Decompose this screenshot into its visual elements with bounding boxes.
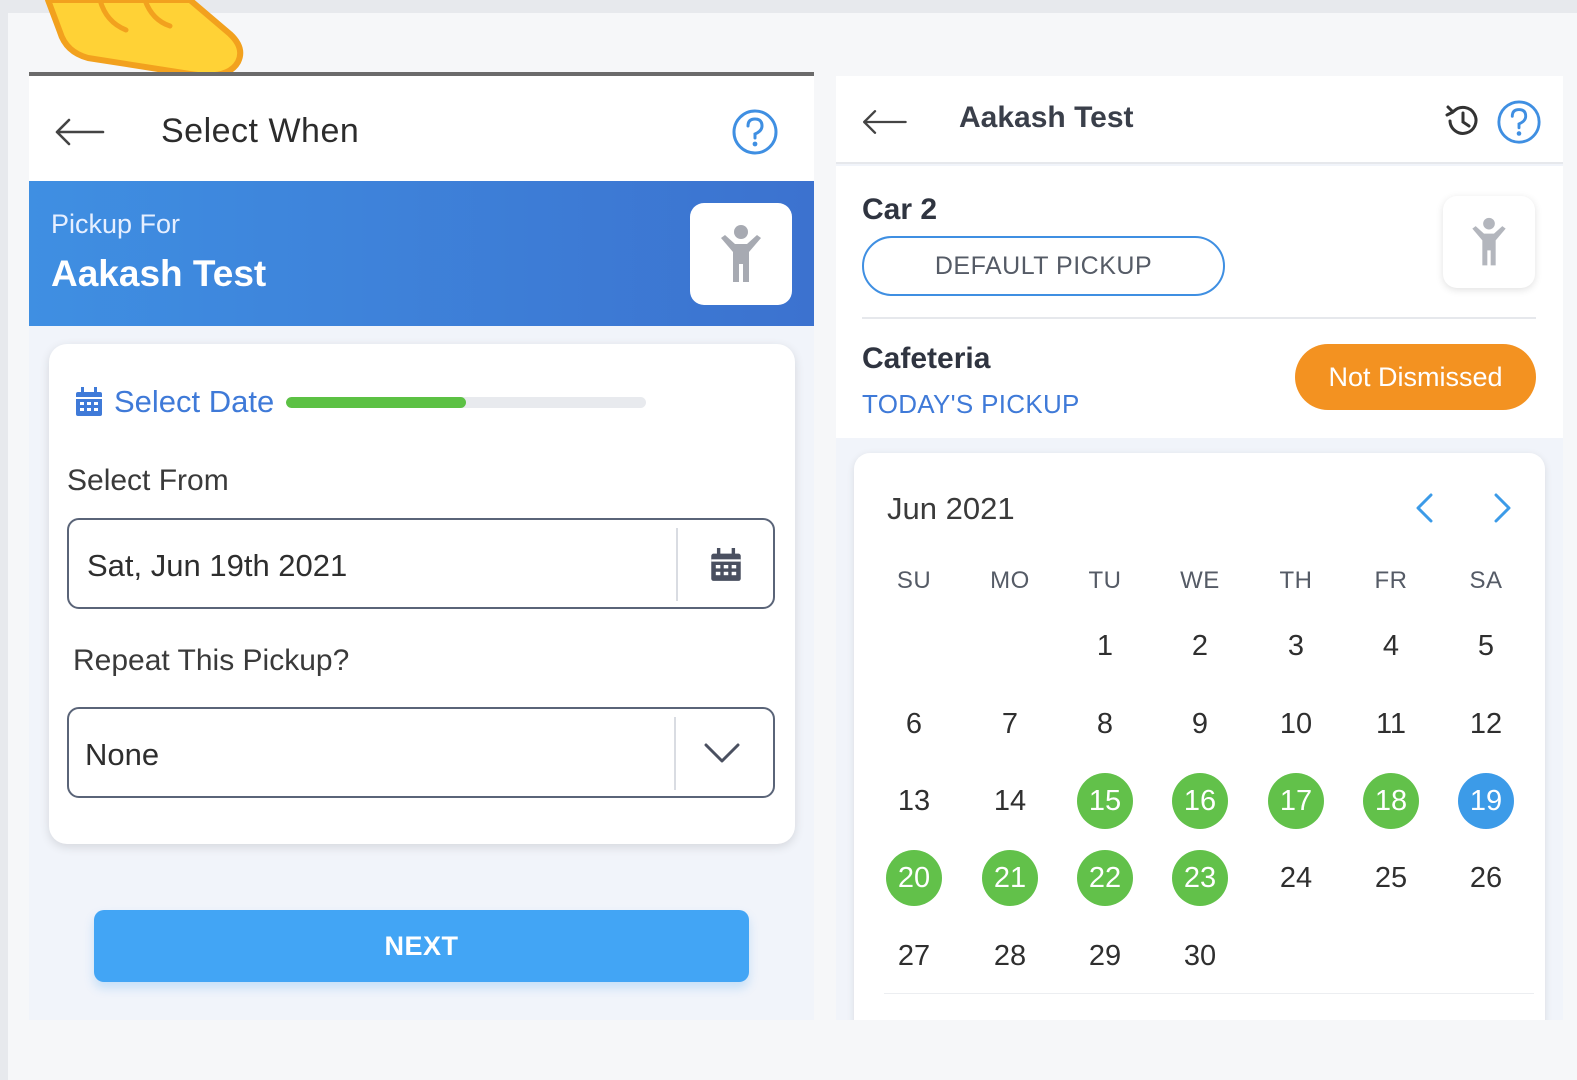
calendar-day-7[interactable]: 7 xyxy=(982,696,1038,752)
calendar-day-13[interactable]: 13 xyxy=(886,773,942,829)
calendar-day-11[interactable]: 11 xyxy=(1363,696,1419,752)
calendar-weekday-we: WE xyxy=(1180,567,1220,594)
app-header: Select When xyxy=(29,76,814,181)
select-from-label: Select From xyxy=(67,464,229,497)
calendar-weekday-tu: TU xyxy=(1088,567,1122,594)
select-when-screen: Select When Pickup For Aakash Test Selec… xyxy=(29,72,814,1020)
calendar-day-2[interactable]: 2 xyxy=(1172,618,1228,674)
calendar-weekday-su: SU xyxy=(896,567,932,594)
calendar-month-label: Jun 2021 xyxy=(887,491,1015,526)
arrow-left-icon[interactable] xyxy=(860,104,908,140)
student-avatar[interactable] xyxy=(1443,196,1535,288)
calendar-weekday-th: TH xyxy=(1279,567,1313,594)
calendar-icon xyxy=(76,387,102,416)
calendar-day-9[interactable]: 9 xyxy=(1172,696,1228,752)
calendar-day-12[interactable]: 12 xyxy=(1458,696,1514,752)
student-avatar[interactable] xyxy=(690,203,792,305)
repeat-select-value: None xyxy=(85,737,160,772)
chevron-right-icon[interactable] xyxy=(1486,491,1518,525)
pickup-location-label: Cafeteria xyxy=(862,342,991,375)
calendar-day-22[interactable]: 22 xyxy=(1077,850,1133,906)
repeat-pickup-label: Repeat This Pickup? xyxy=(73,644,350,677)
calendar-day-21[interactable]: 21 xyxy=(982,850,1038,906)
student-name: Aakash Test xyxy=(51,253,267,294)
calendar-weekday-fr: FR xyxy=(1374,567,1408,594)
calendar-day-1[interactable]: 1 xyxy=(1077,618,1133,674)
calendar-day-26[interactable]: 26 xyxy=(1458,850,1514,906)
date-field-value: Sat, Jun 19th 2021 xyxy=(87,548,348,583)
calendar-weekday-mo: MO xyxy=(990,567,1030,594)
calendar-icon[interactable] xyxy=(709,546,743,584)
field-divider xyxy=(676,528,678,601)
next-button[interactable]: NEXT xyxy=(94,910,749,982)
page-title: Select When xyxy=(161,112,360,150)
calendar-day-17[interactable]: 17 xyxy=(1268,773,1324,829)
calendar-day-14[interactable]: 14 xyxy=(982,773,1038,829)
car-label: Car 2 xyxy=(862,193,938,226)
pickup-calendar-screen: Aakash Test Car 2 DEFAULT PICKUP Cafeter… xyxy=(836,76,1563,1020)
select-date-card: Select Date Select From Sat, Jun 19th 20… xyxy=(49,344,795,844)
calendar-day-8[interactable]: 8 xyxy=(1077,696,1133,752)
pointing-hand-icon xyxy=(45,0,244,79)
pickup-banner: Pickup For Aakash Test xyxy=(29,181,814,326)
app-header: Aakash Test xyxy=(836,76,1563,164)
arrow-left-icon[interactable] xyxy=(53,112,105,152)
step-progress-fill xyxy=(286,396,467,408)
chevron-left-icon[interactable] xyxy=(1409,491,1441,525)
question-circle-icon[interactable] xyxy=(1496,99,1542,145)
calendar-divider xyxy=(884,993,1534,994)
calendar-day-6[interactable]: 6 xyxy=(886,696,942,752)
pickup-info-panel: Car 2 DEFAULT PICKUP Cafeteria TODAY'S P… xyxy=(836,166,1563,438)
calendar-day-5[interactable]: 5 xyxy=(1458,618,1514,674)
step-label: Select Date xyxy=(114,384,275,419)
pickup-for-caption: Pickup For xyxy=(51,209,181,239)
left-edge xyxy=(0,0,8,1080)
date-field[interactable]: Sat, Jun 19th 2021 xyxy=(67,518,775,609)
calendar-day-19[interactable]: 19 xyxy=(1458,773,1514,829)
calendar-day-23[interactable]: 23 xyxy=(1172,850,1228,906)
page-title: Aakash Test xyxy=(959,101,1134,134)
calendar-card: Jun 2021 SU MO TU WE TH FR SA 1 2 3 4 5 6 7 8 9 10 11 12 13… xyxy=(854,453,1545,1020)
history-icon[interactable] xyxy=(1442,101,1482,141)
section-divider xyxy=(862,317,1536,319)
calendar-day-10[interactable]: 10 xyxy=(1268,696,1324,752)
question-circle-icon[interactable] xyxy=(731,108,779,156)
calendar-day-16[interactable]: 16 xyxy=(1172,773,1228,829)
calendar-day-4[interactable]: 4 xyxy=(1363,618,1419,674)
child-icon xyxy=(721,225,761,282)
calendar-day-25[interactable]: 25 xyxy=(1363,850,1419,906)
calendar-day-29[interactable]: 29 xyxy=(1077,928,1133,984)
field-divider xyxy=(674,717,676,790)
calendar-day-24[interactable]: 24 xyxy=(1268,850,1324,906)
chevron-down-icon[interactable] xyxy=(702,739,742,767)
default-pickup-button[interactable]: DEFAULT PICKUP xyxy=(862,236,1225,296)
step-progress-bar xyxy=(286,396,647,408)
calendar-day-18[interactable]: 18 xyxy=(1363,773,1419,829)
repeat-select[interactable]: None xyxy=(67,707,775,798)
status-badge: Not Dismissed xyxy=(1295,344,1536,410)
step-indicator: Select Date xyxy=(74,384,647,420)
calendar-day-30[interactable]: 30 xyxy=(1172,928,1228,984)
child-icon xyxy=(1472,217,1506,266)
calendar-day-3[interactable]: 3 xyxy=(1268,618,1324,674)
calendar-day-28[interactable]: 28 xyxy=(982,928,1038,984)
calendar-day-27[interactable]: 27 xyxy=(886,928,942,984)
todays-pickup-link[interactable]: TODAY'S PICKUP xyxy=(862,389,1080,420)
calendar-day-15[interactable]: 15 xyxy=(1077,773,1133,829)
calendar-weekday-sa: SA xyxy=(1469,567,1503,594)
calendar-day-20[interactable]: 20 xyxy=(886,850,942,906)
